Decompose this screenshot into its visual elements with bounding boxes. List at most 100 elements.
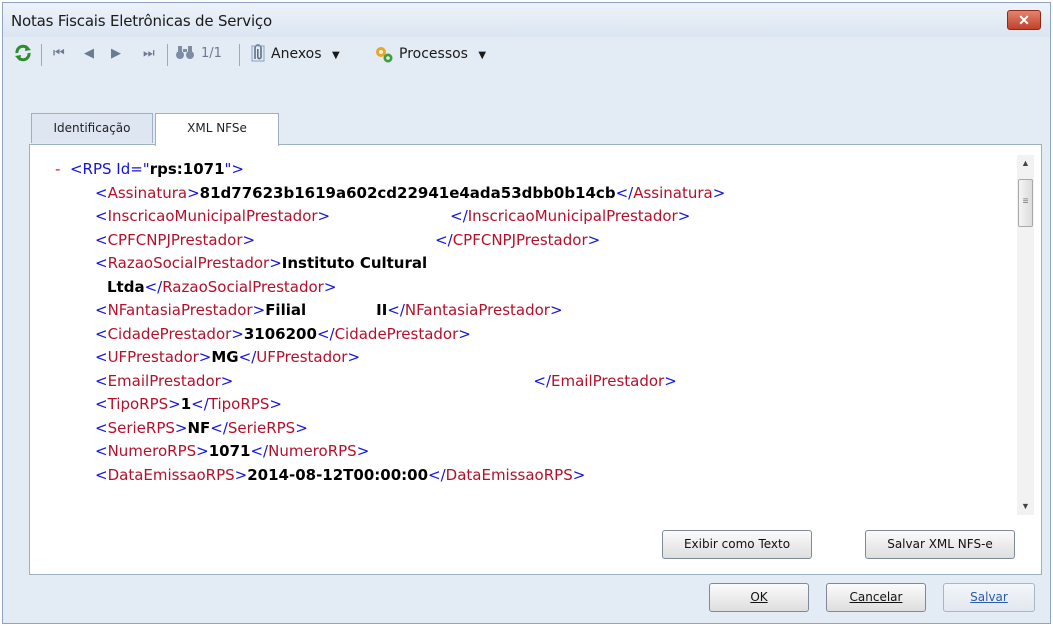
xml-angle-close: > [220, 371, 234, 390]
xml-tag-name: EmailPrestador [551, 371, 665, 390]
xml-angle-open: </ [210, 418, 228, 437]
xml-tag-name: DataEmissaoRPS [107, 465, 235, 484]
xml-angle-open: < [95, 183, 108, 202]
xml-angle-open: </ [615, 183, 634, 202]
xml-angle-close: > [677, 207, 691, 225]
xml-panel: - <RPS Id="rps:1071"> <Assinatura>81d776… [29, 144, 1042, 575]
window-title: Notas Fiscais Eletrônicas de Serviço [11, 12, 272, 30]
previous-record-icon[interactable]: ◀ [84, 43, 94, 65]
salvar-label: Salvar [970, 590, 1008, 604]
processos-menu[interactable]: Processos ▼ [399, 43, 486, 65]
xml-angle-close: > [269, 254, 282, 272]
xml-tag-name: CidadePrestador [107, 324, 232, 343]
xml-field-line: <CPFCNPJPrestador> </CPFCNPJPrestador> [55, 229, 725, 253]
xml-angle-open: </ [191, 395, 209, 413]
xml-angle-open: < [95, 348, 108, 366]
xml-tag-name: InscricaoMunicipalPrestador [467, 207, 678, 225]
xml-angle-open: < [95, 301, 108, 319]
chevron-down-icon: ▼ [478, 50, 487, 61]
xml-angle-close: > [458, 324, 471, 343]
ok-label: OK [750, 590, 768, 604]
xml-tag-name: TipoRPS [208, 395, 270, 413]
xml-angle-close: > [174, 418, 188, 437]
xml-tag-name: NFantasiaPrestador [107, 301, 253, 319]
xml-angle-open: </ [435, 230, 453, 249]
salvar-xml-button[interactable]: Salvar XML NFS-e [865, 530, 1015, 559]
close-button[interactable]: ✕ [1007, 10, 1041, 30]
collapse-toggle[interactable]: - [55, 160, 60, 178]
binoculars-icon[interactable] [175, 43, 195, 65]
vertical-scrollbar[interactable]: ▲ ≡ ▼ [1017, 155, 1034, 515]
xml-field-line: <UFPrestador>MG</UFPrestador> [55, 346, 725, 370]
cancelar-button[interactable]: Cancelar [826, 583, 926, 612]
xml-viewer[interactable]: - <RPS Id="rps:1071"> <Assinatura>81d776… [55, 158, 725, 487]
xml-root-open-suffix: "> [224, 160, 244, 178]
xml-tag-name: Assinatura [633, 183, 713, 202]
xml-field-line: <NumeroRPS>1071</NumeroRPS> [55, 440, 725, 464]
xml-angle-close: > [168, 395, 181, 413]
xml-angle-open: </ [238, 348, 257, 366]
xml-tag-name: UFPrestador [107, 348, 199, 366]
xml-angle-open: < [95, 254, 108, 272]
xml-angle-close: > [317, 207, 331, 225]
scroll-down-icon[interactable]: ▼ [1017, 498, 1034, 515]
xml-angle-close: > [252, 301, 266, 319]
toolbar-separator [167, 44, 168, 66]
xml-tag-name: SerieRPS [227, 418, 296, 437]
xml-field-line: <EmailPrestador> </EmailPrestador> [55, 370, 725, 394]
anexos-label: Anexos [271, 46, 322, 62]
xml-angle-open: < [95, 418, 108, 437]
xml-field-line: <TipoRPS>1</TipoRPS> [55, 393, 725, 417]
scroll-thumb[interactable]: ≡ [1018, 179, 1033, 227]
xml-angle-open: < [95, 371, 108, 390]
xml-root-id: rps:1071 [149, 160, 225, 178]
refresh-icon[interactable] [13, 43, 33, 65]
xml-angle-close: > [587, 230, 601, 249]
xml-tag-name: NumeroRPS [107, 442, 197, 460]
xml-field-value: 3106200 [243, 324, 317, 343]
xml-field-line: <DataEmissaoRPS>2014-08-12T00:00:00</Dat… [55, 464, 725, 488]
exibir-texto-button[interactable]: Exibir como Texto [662, 530, 812, 559]
paperclip-icon[interactable] [249, 43, 267, 65]
xml-angle-close: > [198, 348, 212, 366]
tab-xml-nfse[interactable]: XML NFSe [155, 113, 279, 146]
xml-angle-open: </ [533, 371, 551, 390]
xml-angle-close: > [323, 277, 337, 296]
xml-angle-open: < [95, 465, 108, 484]
xml-field-line: <SerieRPS>NF</SerieRPS> [55, 417, 725, 441]
next-record-icon[interactable]: ▶ [111, 43, 121, 65]
xml-angle-close: > [196, 442, 209, 460]
xml-angle-close: > [295, 418, 308, 437]
salvar-button[interactable]: Salvar [943, 583, 1035, 612]
last-record-icon[interactable]: ⏭ [143, 43, 155, 65]
process-gears-icon[interactable] [373, 43, 395, 65]
xml-field-value: Filial [265, 301, 307, 319]
toolbar-separator [41, 44, 42, 66]
xml-field-line: <Assinatura>81d77623b1619a602cd22941e4ad… [55, 182, 725, 206]
xml-angle-close: > [269, 395, 282, 413]
xml-field-value-2: II [376, 301, 388, 319]
tab-identificacao[interactable]: Identificação [31, 113, 153, 143]
xml-angle-open: </ [250, 442, 269, 460]
xml-angle-close: > [347, 348, 361, 366]
xml-tag-name: InscricaoMunicipalPrestador [107, 207, 318, 225]
toolbar: ⏮ ◀ ▶ ⏭ 1/1 Anexos ▼ Processos ▼ [3, 37, 1050, 71]
first-record-icon[interactable]: ⏮ [53, 43, 65, 65]
xml-tag-name: CPFCNPJPrestador [452, 230, 588, 249]
xml-angle-open: </ [316, 324, 335, 343]
ok-button[interactable]: OK [709, 583, 809, 612]
xml-tag-name: SerieRPS [107, 418, 175, 437]
xml-angle-close: > [572, 465, 586, 484]
xml-tag-name: UFPrestador [256, 348, 348, 366]
xml-angle-close: > [549, 301, 563, 319]
scroll-up-icon[interactable]: ▲ [1017, 155, 1034, 172]
xml-field-value: MG [211, 348, 239, 366]
xml-angle-close: > [234, 465, 248, 484]
xml-field-value: Instituto Cultural [281, 254, 428, 272]
xml-angle-close: > [187, 183, 200, 202]
anexos-menu[interactable]: Anexos ▼ [271, 43, 340, 65]
xml-tag-name: CidadePrestador [334, 324, 459, 343]
xml-angle-open: < [95, 207, 108, 225]
processos-label: Processos [399, 46, 468, 62]
xml-tag-name: Assinatura [107, 183, 188, 202]
